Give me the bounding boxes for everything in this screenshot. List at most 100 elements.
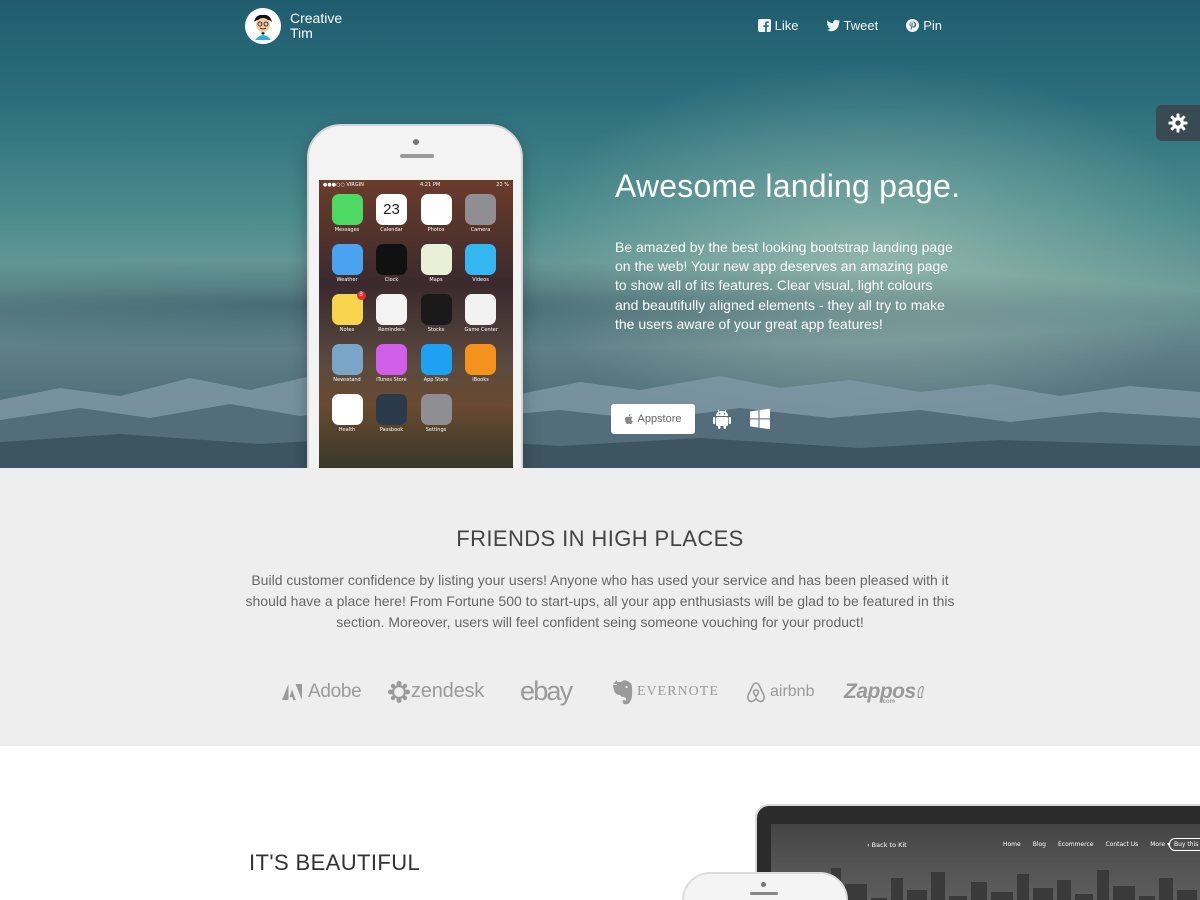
- carrier-text: ●●●○○ VIRGIN: [323, 182, 364, 188]
- app-icon: 8: [331, 291, 366, 325]
- hero-title: Awesome landing page.: [615, 168, 961, 204]
- app-icon: [331, 194, 363, 225]
- tweet-label: Tweet: [843, 18, 879, 33]
- laptop-screen-nav: ‹ Back to Kit Home Blog Ecommerce Contac…: [771, 838, 1200, 854]
- app-label: App Store: [423, 377, 449, 383]
- app-label: Clock: [384, 277, 399, 283]
- adobe-logo[interactable]: Adobe: [282, 681, 388, 703]
- settings-tab[interactable]: [1156, 105, 1200, 141]
- app-icon: [331, 394, 363, 425]
- iphone-mockup: ●●●○○ VIRGIN 4:21 PM 22 % Messages 23 Cale…: [307, 124, 523, 468]
- brand-name-line1: Creative: [290, 10, 343, 26]
- zappos-shoe-icon: [917, 685, 924, 698]
- app-label: Photos: [427, 227, 445, 233]
- laptop-nav-link: Ecommerce: [1057, 841, 1094, 848]
- buy-kit-button: Buy this Kit: [1169, 838, 1200, 851]
- app-grid: Messages 23 Calendar Photos Camera Weather Clo…: [331, 194, 498, 433]
- app-label: Passbook: [379, 427, 404, 433]
- zappos-sub-label: .com: [881, 698, 896, 705]
- friends-section: FRIENDS IN HIGH PLACES Build customer co…: [0, 468, 1200, 746]
- app-shortcut: App Store: [420, 344, 452, 383]
- laptop-nav-link: Blog: [1032, 841, 1046, 848]
- apple-icon: [625, 414, 634, 424]
- ebay-logo[interactable]: ebay: [520, 676, 612, 707]
- airbnb-icon: [747, 681, 765, 702]
- app-shortcut: iBooks: [465, 344, 497, 383]
- app-label: Camera: [470, 227, 491, 233]
- airbnb-logo[interactable]: airbnb: [746, 681, 844, 703]
- friends-title: FRIENDS IN HIGH PLACES: [456, 526, 744, 551]
- app-icon: [420, 294, 452, 325]
- app-shortcut: Settings: [420, 394, 452, 433]
- app-icon: [331, 344, 363, 375]
- windows-icon[interactable]: [749, 408, 771, 430]
- evernote-label: EVERNOTE: [637, 683, 719, 699]
- app-shortcut: Videos: [465, 244, 497, 283]
- app-shortcut: Clock: [376, 244, 408, 283]
- avatar[interactable]: [245, 8, 281, 44]
- app-shortcut: 8 Notes: [331, 291, 366, 333]
- app-shortcut: Game Center: [464, 294, 498, 333]
- pinterest-pin-link[interactable]: Pin: [906, 18, 942, 33]
- zendesk-logo[interactable]: zendesk: [388, 680, 520, 703]
- app-icon: 23: [376, 194, 407, 225]
- brand[interactable]: Creative Tim: [245, 8, 350, 44]
- app-label: Newsstand: [333, 377, 361, 383]
- app-label: Health: [338, 427, 356, 433]
- laptop-nav-links: Home Blog Ecommerce Contact Us More ▾: [1003, 841, 1170, 848]
- brand-name-line2: Tim: [290, 25, 313, 41]
- app-icon: [420, 244, 452, 275]
- facebook-like-link[interactable]: Like: [757, 18, 799, 33]
- app-shortcut: Health: [331, 394, 363, 433]
- phone-speaker: [750, 892, 778, 895]
- app-icon: [465, 294, 496, 325]
- app-shortcut: Stocks: [420, 294, 452, 333]
- app-shortcut: 23 Calendar: [376, 194, 408, 233]
- brand-name[interactable]: Creative Tim: [290, 11, 350, 41]
- zendesk-icon: [388, 680, 410, 703]
- phone-status-bar: ●●●○○ VIRGIN 4:21 PM 22 %: [319, 180, 513, 190]
- app-label: Calendar: [380, 227, 403, 233]
- mountains-background: [0, 374, 1200, 468]
- zappos-logo[interactable]: Zappos .com: [844, 680, 924, 705]
- app-shortcut: Reminders: [376, 294, 408, 333]
- evernote-elephant-icon: [613, 679, 633, 704]
- cloud-band: [0, 260, 1200, 350]
- app-shortcut: Passbook: [376, 394, 408, 433]
- app-icon: [465, 244, 496, 275]
- laptop-nav-link: Contact Us: [1105, 841, 1139, 848]
- ebay-label: ebay: [520, 676, 573, 706]
- twitter-tweet-link[interactable]: Tweet: [826, 18, 879, 33]
- app-icon: [465, 194, 496, 225]
- app-shortcut: Weather: [331, 244, 363, 283]
- adobe-label: Adobe: [308, 680, 362, 702]
- back-to-kit-label: Back to Kit: [871, 841, 907, 849]
- airbnb-label: airbnb: [770, 682, 815, 700]
- beautiful-title: IT'S BEAUTIFUL: [249, 850, 421, 875]
- social-share-bar: Like Tweet Pin: [757, 18, 942, 33]
- app-icon: [376, 344, 407, 375]
- back-to-kit-link: ‹ Back to Kit: [867, 841, 907, 849]
- app-label: Messages: [334, 227, 360, 233]
- notification-badge: 8: [356, 291, 366, 300]
- laptop-nav-link: Home: [1003, 841, 1021, 848]
- appstore-button[interactable]: Appstore: [611, 404, 695, 434]
- adobe-icon: [282, 683, 302, 700]
- phone-camera: [761, 882, 766, 887]
- android-icon[interactable]: [711, 408, 733, 430]
- battery-text: 22 %: [496, 182, 509, 188]
- zendesk-label: zendesk: [411, 680, 485, 702]
- app-icon: [465, 344, 496, 375]
- app-shortcut: iTunes Store: [376, 344, 408, 383]
- twitter-icon: [826, 19, 840, 32]
- app-label: Notes: [339, 327, 355, 333]
- app-label: Game Center: [464, 327, 498, 333]
- beautiful-section: IT'S BEAUTIFUL ‹ Back to Kit Home Blog E…: [0, 746, 1200, 900]
- app-label: Settings: [425, 427, 447, 433]
- phone-camera: [413, 139, 419, 145]
- app-shortcut: Maps: [420, 244, 452, 283]
- phone-speaker: [400, 154, 434, 158]
- app-label: Maps: [429, 277, 443, 283]
- download-buttons: Appstore: [611, 404, 771, 434]
- evernote-logo[interactable]: EVERNOTE: [612, 679, 746, 705]
